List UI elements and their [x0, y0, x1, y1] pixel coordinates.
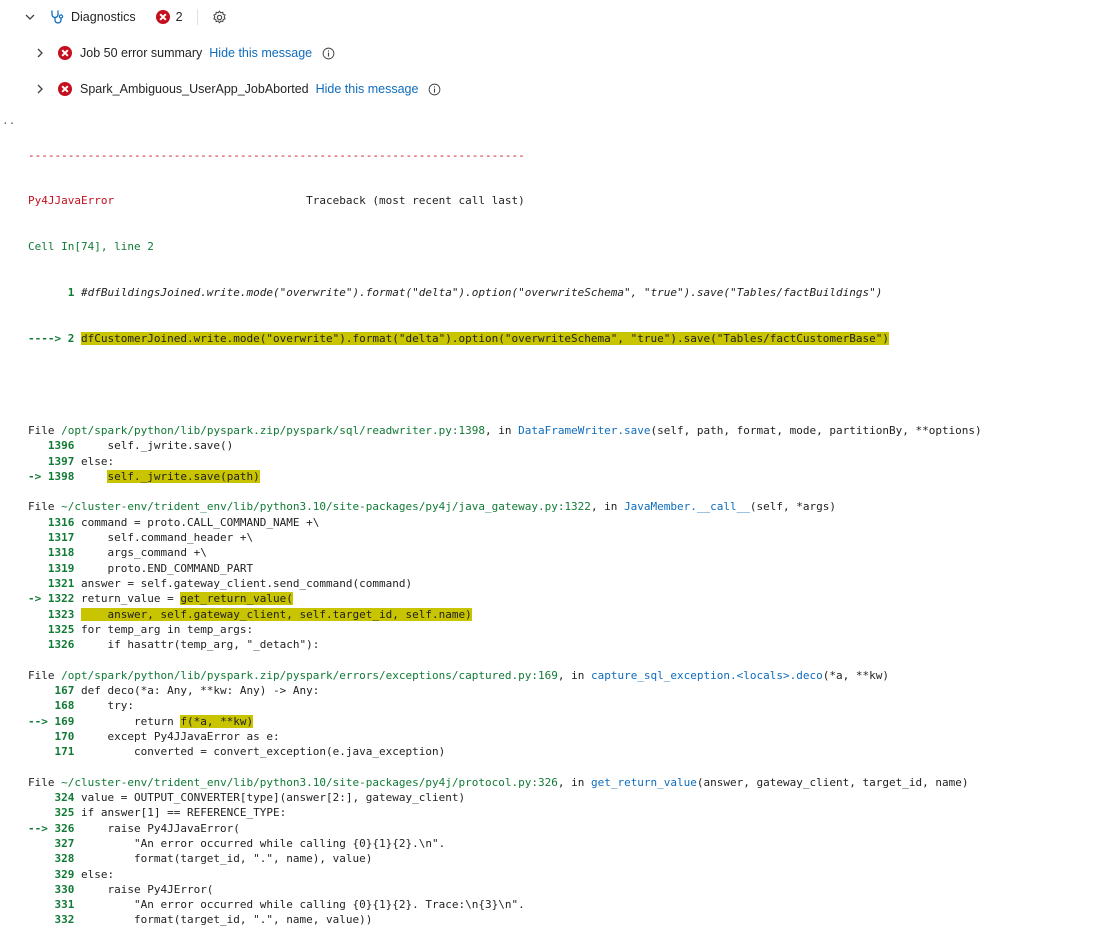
code-line: 328 format(target_id, ".", name), value)	[28, 852, 373, 866]
code-line: 1396 self._jwrite.save()	[28, 439, 234, 453]
file-path-link[interactable]: ~/cluster-env/trident_env/lib/python3.10…	[61, 776, 558, 789]
function-link[interactable]: DataFrameWriter.save	[518, 424, 650, 437]
output-gutter[interactable]: ..	[2, 114, 15, 127]
code-line: 324 value = OUTPUT_CONVERTER[type](answe…	[28, 791, 466, 805]
function-link[interactable]: capture_sql_exception.<locals>.deco	[591, 669, 823, 682]
code-line: 1 #dfBuildingsJoined.write.mode("overwri…	[28, 286, 883, 300]
code-line: --> 326 raise Py4JJavaError(	[28, 821, 240, 835]
highlighted-code: get_return_value(	[180, 592, 293, 606]
gear-icon[interactable]	[212, 9, 227, 25]
code-line: -> 1322 return_value = get_return_value(	[28, 592, 293, 606]
code-line: 168 try:	[28, 699, 134, 713]
code-line: 1319 proto.END_COMMAND_PART	[28, 561, 254, 575]
code-line: 332 format(target_id, ".", name, value))	[28, 913, 373, 927]
message-row-2: Spark_Ambiguous_UserApp_JobAborted Hide …	[34, 80, 441, 98]
message-row-1: Job 50 error summary Hide this message	[34, 44, 335, 62]
function-link[interactable]: JavaMember.__call__	[624, 500, 750, 513]
chevron-right-icon[interactable]	[34, 47, 46, 59]
code-line: 171 converted = convert_exception(e.java…	[28, 745, 446, 759]
traceback-header: Py4JJavaError Traceback (most recent cal…	[28, 193, 1088, 208]
code-line: 329 else:	[28, 867, 115, 881]
stethoscope-icon	[51, 10, 64, 24]
error-icon	[58, 46, 72, 60]
traceback-dashes: ----------------------------------------…	[28, 148, 525, 162]
function-link[interactable]: get_return_value	[591, 776, 697, 789]
frame-header: File ~/cluster-env/trident_env/lib/pytho…	[28, 775, 969, 789]
code-line: 325 if answer[1] == REFERENCE_TYPE:	[28, 806, 287, 820]
code-line: 1317 self.command_header +\	[28, 531, 254, 545]
code-line: 330 raise Py4JError(	[28, 882, 214, 896]
frame-header: File /opt/spark/python/lib/pyspark.zip/p…	[28, 423, 982, 437]
error-icon	[155, 10, 170, 24]
error-icon	[58, 82, 72, 96]
code-line: --> 169 return f(*a, **kw)	[28, 714, 254, 728]
code-line: 1397 else:	[28, 454, 115, 468]
file-path-link[interactable]: /opt/spark/python/lib/pyspark.zip/pyspar…	[61, 424, 485, 437]
code-line: 1321 answer = self.gateway_client.send_c…	[28, 576, 413, 590]
diagnostics-panel: Diagnostics 2 Job 50 error summary Hide …	[0, 0, 1099, 110]
code-line: 1326 if hasattr(temp_arg, "_detach"):	[28, 638, 320, 652]
code-line: 1325 for temp_arg in temp_args:	[28, 622, 254, 636]
hide-message-link[interactable]: Hide this message	[209, 46, 312, 60]
frame-header: File ~/cluster-env/trident_env/lib/pytho…	[28, 500, 836, 514]
traceback-label: Traceback (most recent call last)	[306, 194, 525, 208]
code-line: 1323 answer, self.gateway_client, self.t…	[28, 607, 472, 621]
message-label: Spark_Ambiguous_UserApp_JobAborted	[80, 82, 309, 96]
hide-message-link[interactable]: Hide this message	[316, 82, 419, 96]
code-line: -> 1398 self._jwrite.save(path)	[28, 469, 260, 483]
info-icon[interactable]	[428, 83, 441, 96]
code-line-current: ----> 2 dfCustomerJoined.write.mode("ove…	[28, 332, 889, 346]
highlighted-code: self._jwrite.save(path)	[107, 469, 260, 483]
code-line: 1318 args_command +\	[28, 546, 207, 560]
traceback-frames: File /opt/spark/python/lib/pyspark.zip/p…	[28, 423, 1088, 928]
diagnostics-title: Diagnostics	[71, 10, 136, 24]
cell-reference: Cell In[74], line 2	[28, 240, 154, 254]
message-label: Job 50 error summary	[80, 46, 203, 60]
diagnostics-header[interactable]: Diagnostics 2	[24, 8, 227, 26]
code-line: 331 "An error occurred while calling {0}…	[28, 898, 525, 912]
file-path-link[interactable]: /opt/spark/python/lib/pyspark.zip/pyspar…	[61, 669, 558, 682]
error-count: 2	[175, 10, 183, 24]
traceback-output: ----------------------------------------…	[28, 117, 1088, 943]
code-line: 1316 command = proto.CALL_COMMAND_NAME +…	[28, 515, 320, 529]
file-path-link[interactable]: ~/cluster-env/trident_env/lib/python3.10…	[61, 500, 591, 513]
divider	[196, 9, 198, 25]
frame-header: File /opt/spark/python/lib/pyspark.zip/p…	[28, 668, 889, 682]
code-line: 167 def deco(*a: Any, **kw: Any) -> Any:	[28, 683, 320, 697]
highlighted-code: answer, self.gateway_client, self.target…	[80, 607, 472, 621]
error-type: Py4JJavaError	[28, 194, 115, 208]
chevron-down-icon[interactable]	[24, 11, 36, 23]
highlighted-code: f(*a, **kw)	[180, 714, 254, 728]
code-line: 327 "An error occurred while calling {0}…	[28, 836, 446, 850]
code-line: 170 except Py4JJavaError as e:	[28, 729, 280, 743]
chevron-right-icon[interactable]	[34, 83, 46, 95]
info-icon[interactable]	[322, 47, 335, 60]
